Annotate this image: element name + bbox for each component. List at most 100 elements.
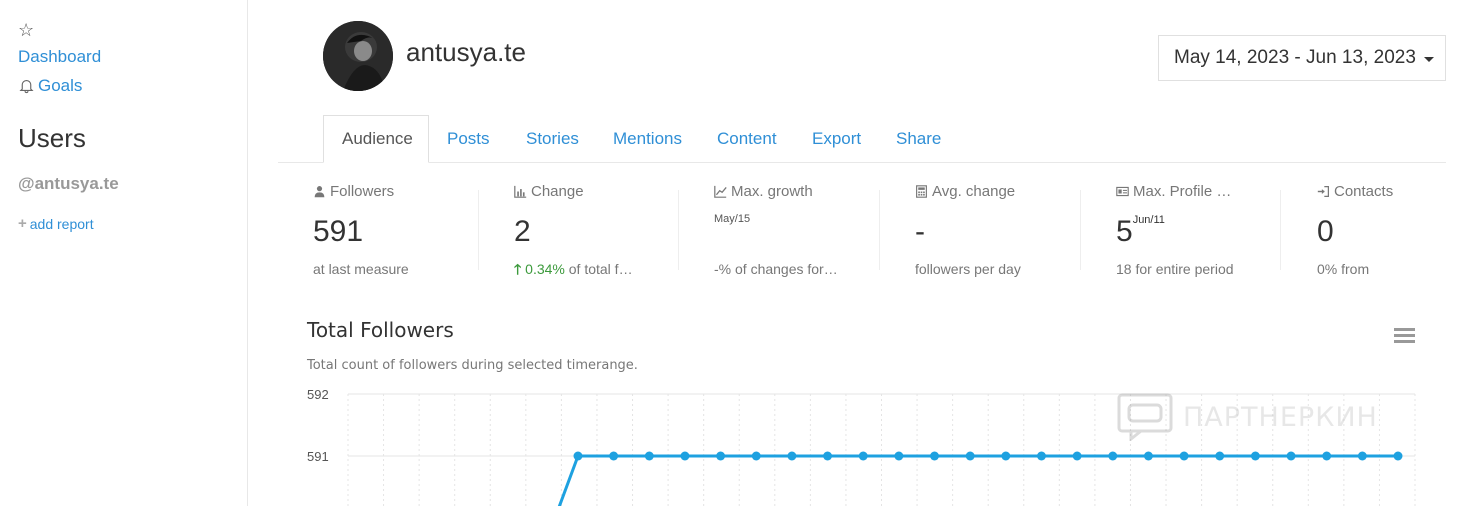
- tabs-divider: [278, 162, 1446, 163]
- stat-max-growth-date: May/15: [714, 213, 751, 225]
- avatar: [323, 21, 393, 91]
- caret-down-icon: [1423, 57, 1434, 62]
- stat-contacts-value: 0: [1317, 215, 1334, 248]
- data-point[interactable]: [965, 451, 975, 461]
- stat-contacts-label: Contacts: [1334, 183, 1394, 200]
- stat-max-profile-number: 5: [1116, 215, 1133, 248]
- stat-avg-change-header: Avg. change: [915, 184, 1095, 199]
- watermark-logo-icon: [1117, 393, 1173, 441]
- date-range-picker[interactable]: May 14, 2023 - Jun 13, 2023: [1158, 35, 1446, 81]
- tab-share[interactable]: Share: [896, 130, 941, 147]
- stat-avg-change: Avg. change - followers per day: [915, 184, 1095, 284]
- data-point[interactable]: [787, 451, 797, 461]
- stat-max-profile-date: Jun/11: [1132, 214, 1165, 226]
- data-point[interactable]: [823, 451, 833, 461]
- date-range-label: May 14, 2023 - Jun 13, 2023: [1174, 47, 1416, 68]
- tab-audience[interactable]: Audience: [342, 130, 413, 147]
- bar-chart-icon: [514, 185, 527, 198]
- stat-followers-value: 591: [313, 215, 364, 248]
- stat-max-profile-header: Max. Profile …: [1116, 184, 1296, 199]
- chart-subtitle: Total count of followers during selected…: [307, 358, 638, 373]
- stat-max-profile-value: 5Jun/11: [1116, 214, 1165, 248]
- sidebar-item-dashboard[interactable]: Dashboard: [18, 48, 101, 65]
- data-point[interactable]: [716, 451, 726, 461]
- data-point[interactable]: [644, 451, 654, 461]
- data-point[interactable]: [1072, 451, 1082, 461]
- data-point[interactable]: [1215, 451, 1225, 461]
- stat-divider: [1080, 190, 1081, 270]
- stat-divider: [678, 190, 679, 270]
- stat-followers-label: Followers: [330, 183, 395, 200]
- data-point[interactable]: [1108, 451, 1118, 461]
- sign-in-icon: [1317, 186, 1329, 197]
- stat-divider: [1280, 190, 1281, 270]
- calculator-icon: [916, 185, 927, 198]
- star-icon[interactable]: ☆: [18, 21, 34, 39]
- stat-followers-header: Followers: [313, 184, 493, 199]
- line-chart-icon: [714, 185, 727, 198]
- watermark: ПАРТНЕРКИН: [1117, 393, 1378, 441]
- stat-change: Change 2 🡑 0.34% of total f…: [514, 184, 694, 284]
- hamburger-menu-icon[interactable]: [1394, 328, 1415, 344]
- data-point[interactable]: [1036, 451, 1046, 461]
- stat-max-profile: Max. Profile … 5Jun/11 18 for entire per…: [1116, 184, 1296, 284]
- data-point[interactable]: [1143, 451, 1153, 461]
- data-point[interactable]: [1179, 451, 1189, 461]
- stat-divider: [879, 190, 880, 270]
- stat-change-header: Change: [514, 184, 694, 199]
- data-point[interactable]: [1322, 451, 1332, 461]
- stat-max-growth: Max. growth May/15 -% of changes for…: [714, 184, 894, 284]
- sidebar: ☆ Dashboard Goals Users @antusya.te + ad…: [0, 0, 248, 506]
- stat-contacts-foot: 0% from: [1317, 261, 1370, 277]
- watermark-text: ПАРТНЕРКИН: [1183, 401, 1378, 433]
- stat-contacts-header: Contacts: [1317, 184, 1457, 199]
- data-point[interactable]: [609, 451, 619, 461]
- chart-title: Total Followers: [307, 318, 454, 342]
- stat-max-profile-foot: 18 for entire period: [1116, 261, 1234, 277]
- stat-contacts: Contacts 0 0% from: [1317, 184, 1457, 284]
- data-point[interactable]: [573, 451, 583, 461]
- tab-stories[interactable]: Stories: [526, 130, 579, 147]
- data-point[interactable]: [930, 451, 940, 461]
- data-point[interactable]: [858, 451, 868, 461]
- profile-username: antusya.te: [406, 37, 526, 67]
- y-tick-label: 592: [307, 387, 329, 402]
- chart-y-ticks: 592 591: [307, 387, 329, 464]
- id-card-icon: [1116, 186, 1129, 197]
- stat-max-growth-label: Max. growth: [731, 183, 813, 200]
- tab-content[interactable]: Content: [717, 130, 777, 147]
- plus-icon: +: [18, 215, 27, 232]
- bell-icon: [19, 79, 34, 94]
- tab-export[interactable]: Export: [812, 130, 861, 147]
- data-point[interactable]: [1393, 451, 1403, 461]
- stat-change-value: 2: [514, 215, 531, 248]
- data-point[interactable]: [894, 451, 904, 461]
- stat-divider: [478, 190, 479, 270]
- series-line: [557, 454, 1398, 506]
- stat-max-profile-label: Max. Profile …: [1133, 183, 1232, 200]
- stat-avg-change-foot: followers per day: [915, 261, 1021, 277]
- user-icon: [314, 186, 325, 198]
- tab-mentions[interactable]: Mentions: [613, 130, 682, 147]
- stat-avg-change-value: -: [915, 215, 925, 248]
- tab-posts[interactable]: Posts: [447, 130, 490, 147]
- arrow-up-icon: 🡑: [514, 261, 522, 277]
- stat-change-pct: 0.34%: [525, 261, 565, 277]
- stat-max-growth-header: Max. growth: [714, 184, 894, 199]
- data-point[interactable]: [1001, 451, 1011, 461]
- stat-followers: Followers 591 at last measure: [313, 184, 493, 284]
- sidebar-item-goals-label: Goals: [38, 76, 83, 95]
- stat-followers-foot: at last measure: [313, 261, 409, 277]
- stat-avg-change-label: Avg. change: [932, 183, 1016, 200]
- data-point[interactable]: [1286, 451, 1296, 461]
- data-point[interactable]: [1357, 451, 1367, 461]
- avatar-image: [323, 21, 393, 91]
- user-handle[interactable]: @antusya.te: [18, 175, 119, 192]
- stat-change-foot-rest: of total f…: [568, 261, 633, 277]
- add-report-link[interactable]: + add report: [18, 216, 94, 231]
- data-point[interactable]: [1250, 451, 1260, 461]
- data-point[interactable]: [680, 451, 690, 461]
- data-point[interactable]: [751, 451, 761, 461]
- sidebar-item-goals[interactable]: Goals: [18, 77, 82, 94]
- add-report-label: add report: [29, 215, 94, 232]
